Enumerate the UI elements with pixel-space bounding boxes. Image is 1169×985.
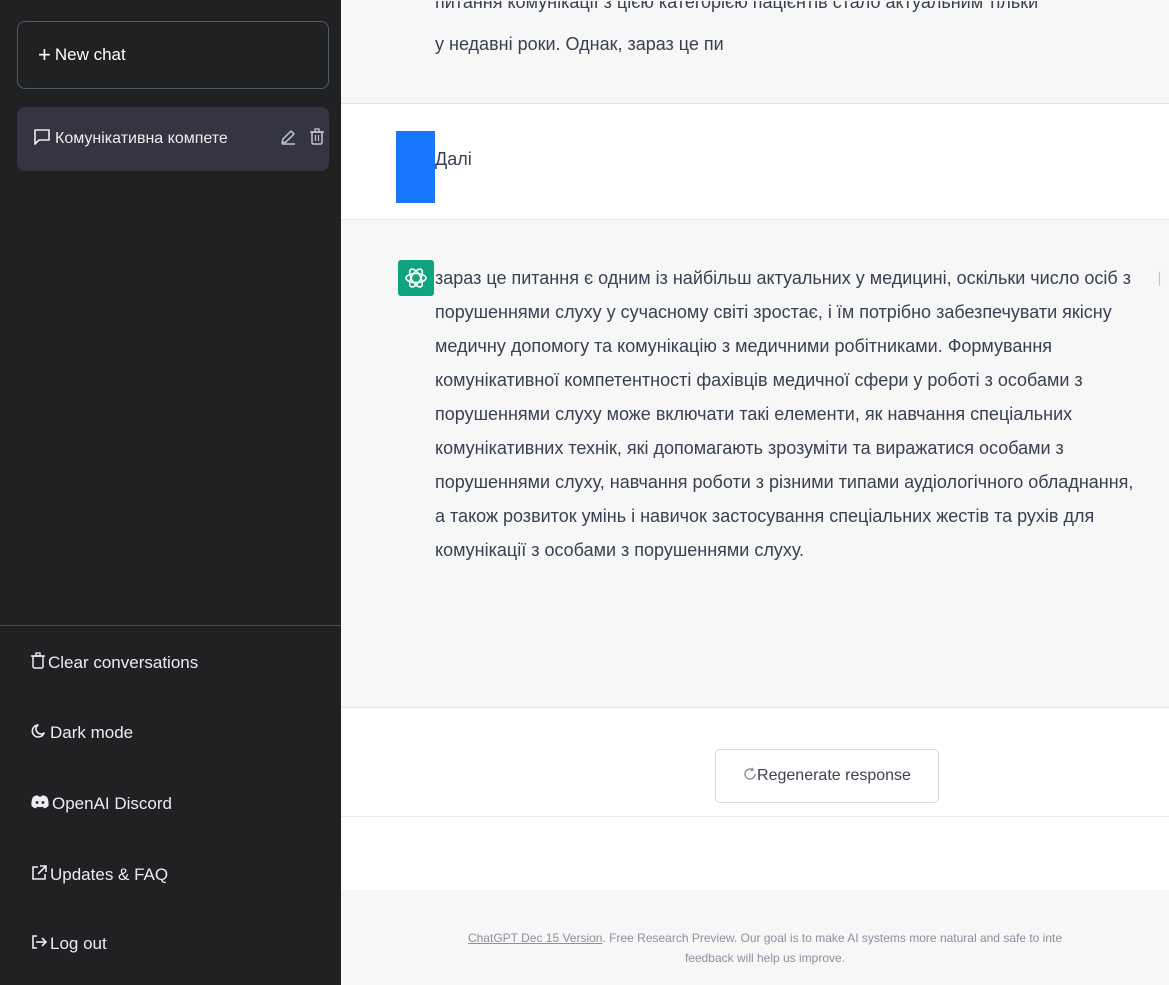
trash-icon[interactable] — [309, 127, 325, 151]
dark-mode-link[interactable]: Dark mode — [30, 713, 133, 753]
updates-faq-link[interactable]: Updates & FAQ — [30, 855, 168, 895]
previous-message-overflow-text: питання комунікації з цією категорією па… — [435, 0, 1039, 12]
footer: ChatGPT Dec 15 Version. Free Research Pr… — [341, 890, 1169, 985]
version-link[interactable]: ChatGPT Dec 15 Version — [468, 931, 603, 945]
sidebar-divider — [0, 625, 341, 626]
updates-faq-label: Updates & FAQ — [50, 865, 169, 884]
regenerate-response-button[interactable]: Regenerate response — [715, 749, 939, 803]
clear-conversations-label: Clear conversations — [48, 653, 199, 672]
assistant-message: зараз це питання є одним із найбільш акт… — [341, 220, 1169, 708]
user-message: Далі — [341, 104, 1169, 220]
refresh-icon — [743, 766, 757, 786]
dark-mode-label: Dark mode — [50, 723, 134, 742]
edit-pencil-icon[interactable] — [279, 128, 297, 151]
chat-bubble-icon — [33, 128, 51, 151]
footer-text-line1: . Free Research Preview. Our goal is to … — [602, 931, 1063, 945]
plus-icon: + — [38, 42, 51, 67]
clear-conversations-link[interactable]: Clear conversations — [30, 643, 198, 683]
discord-icon — [30, 794, 52, 815]
moon-icon — [30, 722, 50, 745]
conversation-item[interactable]: Комунікативна компете — [17, 107, 329, 171]
new-chat-label: New chat — [54, 45, 126, 64]
regenerate-label: Regenerate response — [757, 767, 911, 784]
log-out-label: Log out — [50, 934, 107, 953]
footer-text-line2: feedback will help us improve. — [684, 951, 846, 965]
user-message-text: Далі — [435, 149, 472, 169]
external-link-icon — [30, 864, 50, 887]
chat-area: питання комунікації з цією категорією па… — [341, 0, 1169, 985]
conversation-title: Комунікативна компете — [55, 130, 228, 147]
thumb-icon[interactable]: ▏ — [1159, 272, 1168, 286]
log-out-icon — [30, 933, 50, 956]
chat-input-area[interactable] — [341, 816, 1169, 888]
previous-message-text: у недавні роки. Однак, зараз це пи — [435, 34, 724, 54]
discord-label: OpenAI Discord — [52, 794, 172, 813]
trash-icon — [30, 651, 48, 675]
sidebar: + New chat Комунікативна компете Clear c… — [0, 0, 341, 985]
log-out-link[interactable]: Log out — [30, 924, 107, 964]
discord-link[interactable]: OpenAI Discord — [30, 784, 172, 824]
user-avatar — [396, 131, 435, 203]
assistant-message-text: зараз це питання є одним із найбільш акт… — [435, 268, 1134, 560]
openai-logo-icon — [398, 260, 434, 296]
previous-assistant-message: питання комунікації з цією категорією па… — [341, 0, 1169, 104]
new-chat-button[interactable]: + New chat — [17, 21, 329, 89]
